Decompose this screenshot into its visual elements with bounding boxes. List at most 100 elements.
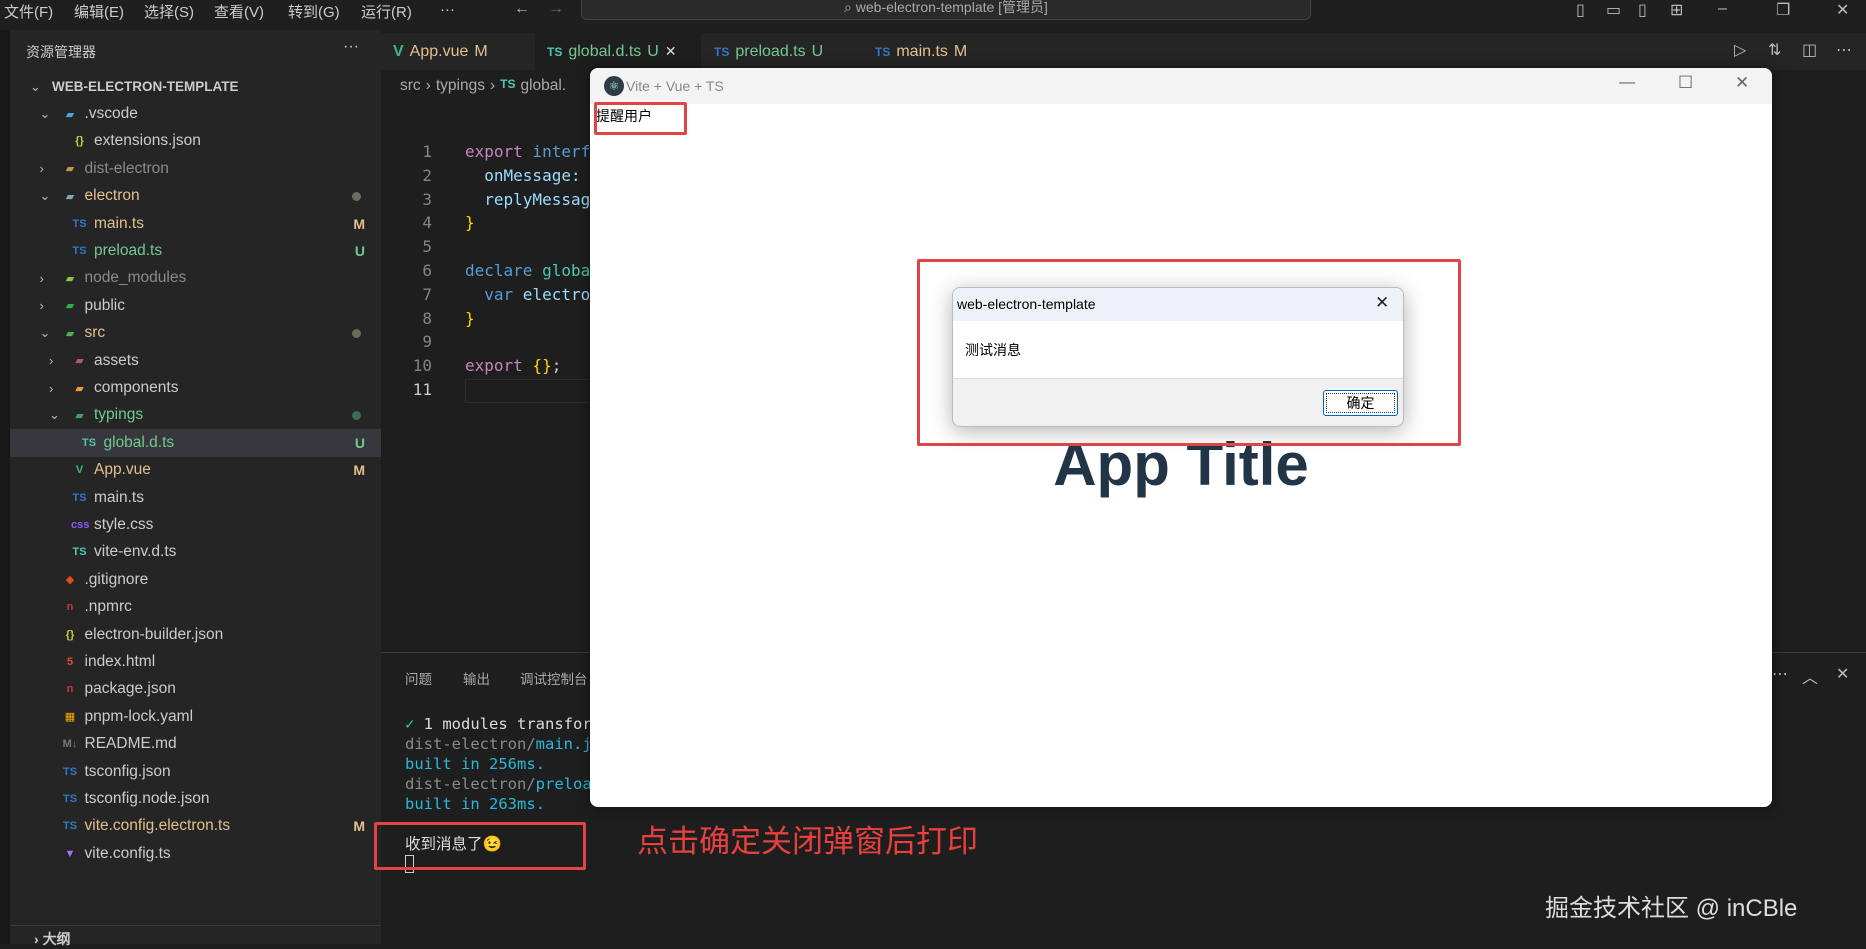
modified-dot-icon: [352, 191, 361, 201]
file-tree-item[interactable]: M↓ README.md: [10, 731, 381, 758]
file-tree-item[interactable]: ⌄ WEB-ELECTRON-TEMPLATE: [10, 73, 381, 100]
forward-arrow-icon[interactable]: →: [548, 0, 564, 18]
customize-layout-icon[interactable]: ⊞: [1670, 0, 1683, 20]
folder-icon: ▰: [65, 190, 75, 203]
file-tree-item[interactable]: {} electron-builder.json: [10, 621, 381, 648]
file-tree-label: App.vue: [94, 461, 151, 479]
file-tree-item[interactable]: V App.vue M: [10, 457, 381, 484]
breadcrumb-file[interactable]: global.: [520, 77, 566, 95]
panel-tab-output[interactable]: 输出: [463, 668, 490, 688]
highlight-box: [917, 259, 1461, 446]
chevron-down-icon[interactable]: ⌄: [30, 79, 52, 95]
outline-section[interactable]: › 大纲: [10, 925, 381, 949]
file-tree-item[interactable]: TS vite.config.electron.ts M: [10, 813, 381, 840]
file-tree-item[interactable]: ⌄ ▰ .vscode: [10, 100, 381, 127]
file-tree-item[interactable]: css style.css: [10, 511, 381, 538]
file-tree-item[interactable]: › ▰ node_modules: [10, 265, 381, 292]
panel-more-icon[interactable]: ⋯: [1772, 664, 1788, 684]
file-tree-item[interactable]: ⌄ ▰ src: [10, 320, 381, 347]
file-tree-item[interactable]: › ▰ components: [10, 374, 381, 401]
menu-run[interactable]: 运行(R): [361, 1, 412, 22]
file-tree-item[interactable]: › ▰ public: [10, 292, 381, 319]
file-tree-item[interactable]: TS preload.ts U: [10, 237, 381, 264]
file-tree-item[interactable]: ⌄ ▰ typings: [10, 402, 381, 429]
git-status-badge: U: [354, 434, 365, 451]
chevron-right-icon[interactable]: ›: [40, 161, 62, 176]
chevron-right-icon[interactable]: ›: [40, 271, 62, 286]
file-tree-item[interactable]: 5 index.html: [10, 648, 381, 675]
file-tree-item[interactable]: ◆ .gitignore: [10, 566, 381, 593]
chevron-down-icon[interactable]: ⌄: [40, 188, 62, 204]
chevron-down-icon[interactable]: ⌄: [40, 325, 62, 341]
app-minimize-icon[interactable]: —: [1619, 74, 1635, 92]
file-tree-item[interactable]: n package.json: [10, 676, 381, 703]
file-tree-item[interactable]: ▦ pnpm-lock.yaml: [10, 703, 381, 730]
file-tree-item[interactable]: TS tsconfig.json: [10, 758, 381, 785]
maximize-panel-icon[interactable]: ︿: [1802, 664, 1818, 688]
menu-edit[interactable]: 编辑(E): [74, 1, 124, 22]
code-token: ;: [551, 356, 562, 376]
file-icon: ▦: [64, 711, 76, 724]
tab-app-vue[interactable]: V App.vue M: [381, 33, 501, 70]
menu-view[interactable]: 查看(V): [214, 1, 264, 22]
app-close-icon[interactable]: ✕: [1735, 73, 1749, 93]
file-tree-item[interactable]: {} extensions.json: [10, 128, 381, 155]
more-actions-icon[interactable]: ⋯: [1836, 40, 1852, 60]
minimize-icon[interactable]: –: [1718, 0, 1727, 18]
code-token: var: [465, 284, 514, 304]
file-tree-item[interactable]: TS main.ts M: [10, 210, 381, 237]
search-icon: ⌕: [844, 0, 856, 15]
toggle-sidebar-icon[interactable]: ▯: [1576, 0, 1585, 20]
breadcrumb-src[interactable]: src: [400, 77, 421, 95]
run-icon[interactable]: ▷: [1734, 40, 1746, 60]
line-number: 7: [422, 284, 432, 304]
highlight-box: [374, 822, 586, 870]
terminal-line: built in 256ms.: [405, 755, 545, 773]
file-tree-label: vite.config.electron.ts: [84, 817, 231, 835]
app-maximize-icon[interactable]: ☐: [1678, 73, 1693, 93]
terminal-token: dist-electron/: [405, 775, 536, 793]
split-editor-icon[interactable]: ◫: [1802, 40, 1817, 60]
chevron-right-icon[interactable]: ›: [49, 353, 71, 368]
file-tree-item[interactable]: TS global.d.ts U: [10, 429, 381, 457]
tab-close-icon[interactable]: ✕: [665, 43, 677, 60]
code-line: }: [465, 213, 475, 232]
toggle-panel-icon[interactable]: ▭: [1606, 0, 1621, 20]
file-tree-item[interactable]: n .npmrc: [10, 594, 381, 621]
restore-icon[interactable]: ❐: [1776, 0, 1790, 20]
command-center-search[interactable]: ⌕ web-electron-template [管理员]: [581, 0, 1311, 20]
file-tree-item[interactable]: ⌄ ▰ electron: [10, 183, 381, 210]
breadcrumb-typings[interactable]: typings: [436, 77, 485, 95]
file-tree-item[interactable]: › ▰ dist-electron: [10, 155, 381, 182]
file-tree-item[interactable]: TS vite-env.d.ts: [10, 539, 381, 566]
back-arrow-icon[interactable]: ←: [514, 0, 530, 18]
chevron-down-icon[interactable]: ⌄: [49, 407, 71, 423]
menu-selection[interactable]: 选择(S): [144, 1, 194, 22]
folder-icon: ▰: [75, 382, 84, 395]
panel-tab-problems[interactable]: 问题: [405, 668, 432, 688]
tab-global-d-ts[interactable]: TS global.d.ts U ✕: [535, 33, 701, 70]
menu-file[interactable]: 文件(F): [4, 1, 53, 22]
file-tree-item[interactable]: TS main.ts: [10, 484, 381, 511]
chevron-right-icon[interactable]: ›: [40, 298, 62, 313]
close-icon[interactable]: ✕: [1836, 0, 1849, 20]
explorer-more-button[interactable]: ···: [343, 38, 359, 56]
activity-bar: [0, 30, 10, 944]
file-tree-item[interactable]: › ▰ assets: [10, 347, 381, 374]
tab-main-ts[interactable]: TS main.ts M: [863, 33, 1013, 70]
menu-go[interactable]: 转到(G): [288, 1, 340, 22]
file-icon: TS: [62, 765, 78, 778]
line-number: 2: [422, 165, 432, 185]
file-tree-label: style.css: [94, 516, 154, 534]
chevron-right-icon[interactable]: ›: [49, 381, 71, 396]
file-icon: {}: [65, 628, 75, 641]
chevron-down-icon[interactable]: ⌄: [40, 106, 62, 122]
tab-preload-ts[interactable]: TS preload.ts U: [702, 33, 857, 70]
close-panel-icon[interactable]: ✕: [1836, 664, 1849, 684]
toggle-secondary-sidebar-icon[interactable]: ▯: [1638, 0, 1647, 20]
file-tree-item[interactable]: ▼ vite.config.ts: [10, 840, 381, 867]
panel-tab-debug-console[interactable]: 调试控制台: [520, 668, 588, 688]
file-tree-item[interactable]: TS tsconfig.node.json: [10, 785, 381, 812]
compare-changes-icon[interactable]: ⇅: [1768, 40, 1781, 60]
menu-more[interactable]: ···: [440, 1, 455, 18]
